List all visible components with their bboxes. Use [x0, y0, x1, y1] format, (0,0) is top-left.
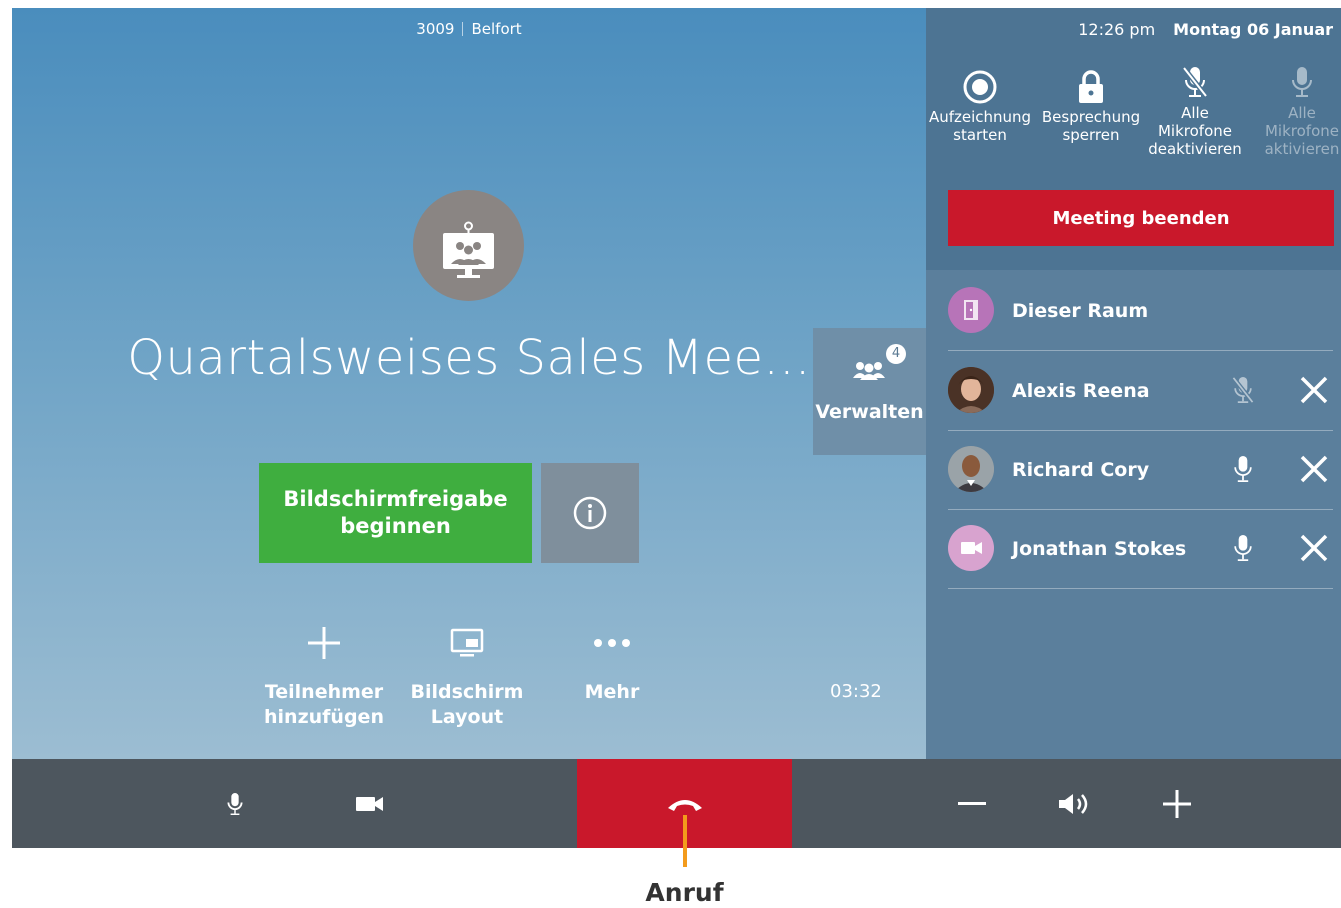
share-button-label-line2: beginnen: [340, 514, 451, 538]
room-number: 3009: [416, 20, 455, 38]
meeting-room-screen-icon: [413, 190, 524, 301]
lock-label-line2: sperren: [1062, 126, 1120, 144]
remove-participant-button[interactable]: [1296, 530, 1332, 566]
more-label: Mehr: [584, 681, 640, 703]
mute-all-label-line3: deaktivieren: [1148, 140, 1242, 158]
more-button[interactable]: Mehr: [537, 618, 687, 705]
list-item: Richard Cory: [948, 429, 1333, 510]
add-participant-label-line1: Teilnehmer: [264, 681, 384, 703]
mic-muted-icon: [1182, 66, 1208, 98]
participant-name: Dieser Raum: [1012, 300, 1149, 322]
manage-label: Verwalten: [815, 401, 924, 423]
main-area: 3009 Belfort Quartalsweises Sales Mee... …: [12, 8, 926, 759]
unmute-all-button[interactable]: Alle Mikrofone aktivieren: [1246, 60, 1341, 158]
info-button[interactable]: [541, 463, 639, 563]
lock-icon: [1079, 70, 1103, 103]
close-icon: [1300, 455, 1328, 483]
mic-icon: [1234, 535, 1252, 561]
room-name: Belfort: [471, 20, 522, 38]
touch-panel-screen: 3009 Belfort Quartalsweises Sales Mee... …: [12, 8, 1341, 848]
callout-label: Anruf: [645, 878, 724, 907]
participants-icon: [853, 362, 885, 380]
speaker-button[interactable]: [1054, 759, 1094, 848]
mic-icon: [1234, 456, 1252, 482]
mute-all-label-line1: Alle: [1181, 104, 1209, 122]
participant-count-badge: 4: [886, 344, 906, 364]
avatar: [948, 367, 994, 413]
volume-up-button[interactable]: [1157, 759, 1197, 848]
participant-name: Jonathan Stokes: [1012, 538, 1187, 560]
mic-icon: [1292, 67, 1312, 97]
end-meeting-button[interactable]: Meeting beenden: [948, 190, 1334, 246]
mic-icon: [227, 792, 243, 815]
current-date: Montag 06 Januar: [1173, 20, 1333, 39]
meeting-title: Quartalsweises Sales Mee...: [127, 330, 811, 386]
manage-participants-tab[interactable]: 4 Verwalten: [813, 328, 926, 455]
mic-muted-icon: [1231, 376, 1255, 404]
camera-button[interactable]: [342, 759, 398, 848]
current-time: 12:26 pm: [1078, 20, 1156, 39]
participant-mic-button[interactable]: [1228, 451, 1258, 487]
avatar: [948, 446, 994, 492]
room-info-divider: [462, 22, 464, 36]
call-control-bar: [12, 759, 1341, 848]
close-icon: [1300, 534, 1328, 562]
mute-all-label-line2: Mikrofone: [1157, 122, 1232, 140]
hangup-icon: [667, 799, 702, 811]
speaker-icon: [1059, 793, 1088, 814]
share-button-label-line1: Bildschirmfreigabe: [283, 486, 508, 511]
add-participant-label-line2: hinzufügen: [264, 705, 384, 728]
camera-avatar-icon: [948, 525, 994, 571]
start-recording-button[interactable]: Aufzeichnung starten: [924, 66, 1036, 144]
volume-up-icon: [1163, 789, 1191, 818]
screen-layout-label-line1: Bildschirm: [410, 681, 524, 703]
add-participant-button[interactable]: Teilnehmer hinzufügen: [249, 618, 399, 729]
start-screen-share-button[interactable]: Bildschirmfreigabe beginnen: [259, 463, 532, 563]
camera-icon: [356, 796, 383, 811]
call-timer: 03:32: [830, 681, 882, 702]
callout-line: [683, 815, 687, 867]
unmute-all-label-line2: Mikrofone: [1264, 122, 1339, 140]
remove-participant-button[interactable]: [1296, 372, 1332, 408]
meeting-controls-panel: 12:26 pm Montag 06 Januar Aufzeichnung sta…: [926, 8, 1341, 270]
participant-mic-button[interactable]: [1228, 372, 1258, 408]
participant-mic-button[interactable]: [1228, 530, 1258, 566]
lock-label-line1: Besprechung: [1041, 108, 1141, 126]
room-info: 3009 Belfort: [12, 20, 926, 38]
plus-icon: [308, 627, 340, 659]
lock-meeting-button[interactable]: Besprechung sperren: [1035, 66, 1147, 144]
screen-layout-label-line2: Layout: [430, 705, 504, 728]
clock: 12:26 pm Montag 06 Januar: [1078, 20, 1333, 39]
unmute-all-label-line3: aktivieren: [1264, 140, 1340, 158]
room-door-icon: [948, 287, 994, 333]
screen-layout-button[interactable]: Bildschirm Layout: [392, 618, 542, 729]
screen-layout-icon: [450, 628, 484, 657]
participant-name: Richard Cory: [1012, 459, 1150, 481]
record-label-line2: starten: [953, 126, 1007, 144]
microphone-button[interactable]: [212, 759, 258, 848]
list-item: Dieser Raum: [948, 270, 1333, 351]
close-icon: [1300, 376, 1328, 404]
info-icon: [573, 496, 607, 530]
unmute-all-label-line1: Alle: [1288, 104, 1316, 122]
remove-participant-button[interactable]: [1296, 451, 1332, 487]
record-label-line1: Aufzeichnung: [928, 108, 1032, 126]
mute-all-button[interactable]: Alle Mikrofone deaktivieren: [1139, 60, 1251, 158]
more-dots-icon: [594, 639, 630, 647]
volume-down-icon: [958, 801, 986, 805]
side-panel: 12:26 pm Montag 06 Januar Aufzeichnung sta…: [926, 8, 1341, 759]
volume-down-button[interactable]: [952, 759, 992, 848]
participant-name: Alexis Reena: [1012, 380, 1150, 402]
list-item: Alexis Reena: [948, 350, 1333, 431]
list-item: Jonathan Stokes: [948, 508, 1333, 589]
record-icon: [963, 70, 997, 104]
